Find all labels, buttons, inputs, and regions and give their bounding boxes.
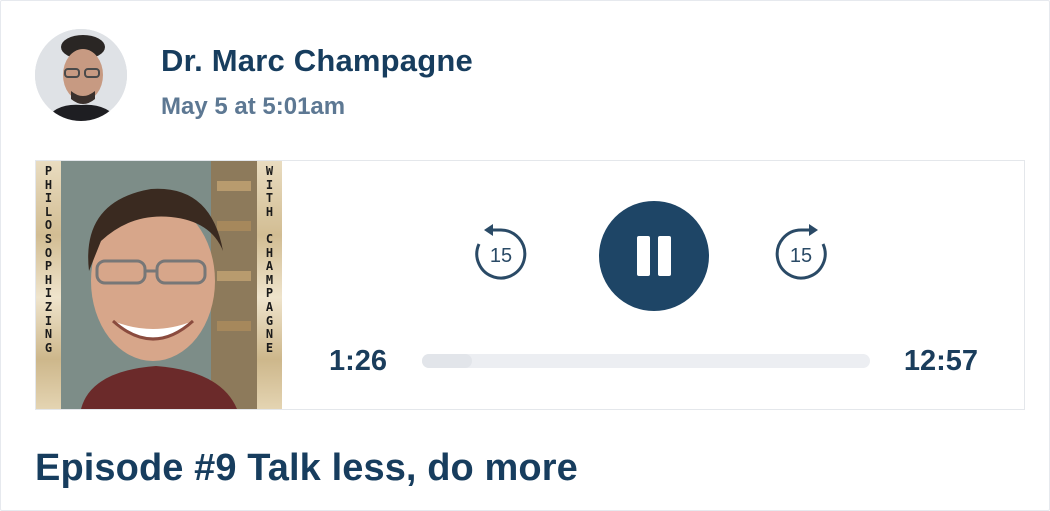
progress-bar[interactable]	[422, 354, 870, 368]
forward-15-button[interactable]: 15	[770, 223, 832, 285]
forward-seconds-label: 15	[789, 245, 813, 267]
cover-right-letter: T	[265, 191, 274, 206]
cover-left-letter: N	[44, 327, 53, 342]
cover-left-letter: I	[44, 313, 53, 328]
cover-left-letter: P	[44, 259, 53, 274]
cover-left-letter: P	[44, 164, 53, 178]
cover-left-letter: G	[44, 340, 53, 355]
post-timestamp[interactable]: May 5 at 5:01am	[161, 93, 345, 121]
progress-fill	[422, 354, 472, 368]
rewind-15-button[interactable]: 15	[470, 223, 532, 285]
cover-right-letter: W	[265, 164, 274, 178]
cover-right-letter	[266, 219, 273, 233]
cover-left-letter: I	[44, 191, 53, 206]
cover-right-letter: H	[265, 245, 274, 260]
audio-player: PHILOSOPHIZING WITH CHAMPAGNE 15 15 1:26…	[35, 160, 1025, 410]
cover-right-letter: A	[265, 299, 274, 314]
cover-right-letter: E	[265, 340, 274, 355]
total-duration: 12:57	[903, 345, 978, 377]
cover-left-letter: S	[44, 231, 53, 246]
cover-right-letter: C	[265, 231, 274, 246]
cover-right-lettering: WITH CHAMPAGNE	[257, 161, 282, 409]
author-name[interactable]: Dr. Marc Champagne	[161, 43, 473, 79]
elapsed-time: 1:26	[329, 345, 388, 377]
episode-title[interactable]: Episode #9 Talk less, do more	[35, 447, 578, 490]
cover-left-letter: L	[44, 204, 53, 219]
cover-left-letter: O	[44, 218, 53, 233]
post-card: Dr. Marc Champagne May 5 at 5:01am PHILO…	[0, 0, 1050, 511]
cover-left-letter: Z	[44, 299, 53, 314]
cover-right-letter: M	[265, 272, 274, 287]
player-controls: 15 15 1:26 12:57	[282, 161, 1024, 409]
cover-right-letter: G	[265, 313, 274, 328]
cover-left-letter: O	[44, 245, 53, 260]
cover-left-letter: I	[44, 286, 53, 301]
cover-right-letter: N	[265, 327, 274, 342]
cover-photo	[61, 161, 257, 409]
cover-right-letter: A	[265, 259, 274, 274]
cover-right-letter: P	[265, 286, 274, 301]
author-avatar[interactable]	[35, 29, 127, 121]
cover-left-letter: H	[44, 272, 53, 287]
cover-left-letter: H	[44, 177, 53, 192]
pause-button[interactable]	[599, 201, 709, 311]
avatar-photo	[35, 29, 127, 121]
cover-right-letter: H	[265, 204, 274, 219]
cover-right-letter: I	[265, 177, 274, 192]
podcast-cover-art: PHILOSOPHIZING WITH CHAMPAGNE	[36, 161, 282, 409]
cover-left-lettering: PHILOSOPHIZING	[36, 161, 61, 409]
rewind-seconds-label: 15	[489, 245, 513, 267]
